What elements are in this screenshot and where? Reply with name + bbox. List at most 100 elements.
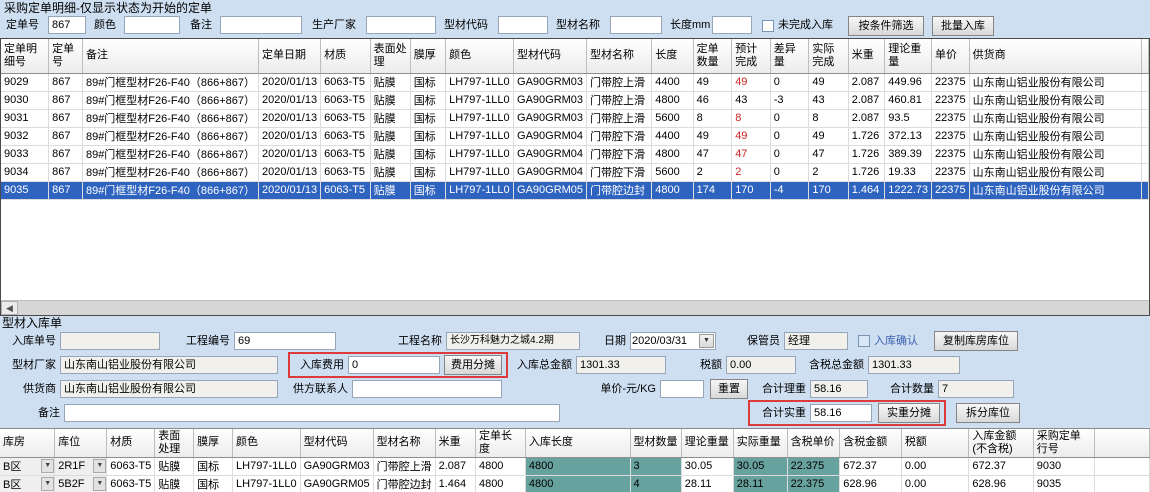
dropdown-arrow-icon[interactable]: ▼ — [93, 459, 106, 473]
cell: 9030 — [1, 91, 49, 109]
keeper-field[interactable]: 经理 — [784, 332, 848, 350]
column-header[interactable]: 定单长度 — [475, 429, 525, 457]
tax-total-label: 含税总金额 — [802, 356, 864, 374]
table-row[interactable]: 902986789#门框型材F26-F40（866+867）2020/01/13… — [1, 73, 1149, 91]
total-amount-field[interactable]: 1301.33 — [576, 356, 666, 374]
column-header[interactable]: 米重 — [435, 429, 475, 457]
actual-weight-share-button[interactable]: 实重分摊 — [878, 403, 940, 423]
factory-field[interactable]: 山东南山铝业股份有限公司 — [60, 356, 278, 374]
remark-field[interactable] — [64, 404, 560, 422]
fee-label: 入库费用 — [292, 356, 344, 374]
table-row[interactable]: 903286789#门框型材F26-F40（866+867）2020/01/13… — [1, 127, 1149, 145]
column-header[interactable]: 定单号 — [49, 39, 83, 73]
table-row[interactable]: 903586789#门框型材F26-F40（866+867）2020/01/13… — [1, 181, 1149, 199]
column-header[interactable]: 材质 — [107, 429, 155, 457]
fee-field[interactable]: 0 — [348, 356, 440, 374]
copy-location-button[interactable]: 复制库房库位 — [934, 331, 1018, 351]
color-input[interactable] — [124, 16, 180, 34]
column-header[interactable]: 型材数量 — [630, 429, 681, 457]
calendar-dropdown-icon[interactable]: ▼ — [699, 334, 714, 348]
column-header[interactable] — [1095, 429, 1150, 457]
column-header[interactable]: 材质 — [321, 39, 371, 73]
project-name-field[interactable]: 长沙万科魅力之城4.2期 — [446, 332, 580, 350]
column-header[interactable]: 米重 — [848, 39, 884, 73]
length-input[interactable] — [712, 16, 752, 34]
column-header[interactable]: 库房 — [0, 429, 55, 457]
inbound-confirm-checkbox[interactable] — [858, 335, 870, 347]
cell: 9030 — [1033, 457, 1095, 475]
column-header[interactable]: 型材名称 — [587, 39, 652, 73]
supplier-field[interactable]: 山东南山铝业股份有限公司 — [60, 380, 278, 398]
column-header[interactable]: 表面处理 — [155, 429, 194, 457]
column-header[interactable]: 定单数量 — [693, 39, 732, 73]
column-header[interactable]: 定单日期 — [259, 39, 321, 73]
tax-field[interactable]: 0.00 — [726, 356, 796, 374]
dropdown-arrow-icon[interactable]: ▼ — [41, 477, 54, 491]
column-header[interactable]: 含税金额 — [840, 429, 902, 457]
remark-label: 备注 — [190, 16, 212, 34]
column-header[interactable]: 膜厚 — [410, 39, 445, 73]
cell — [1141, 145, 1148, 163]
remark-input[interactable] — [220, 16, 302, 34]
column-header[interactable]: 型材名称 — [373, 429, 435, 457]
total-qty-label: 合计数量 — [882, 380, 934, 398]
inbound-no-field[interactable] — [60, 332, 160, 350]
column-header[interactable]: 单价 — [931, 39, 969, 73]
date-field[interactable]: 2020/03/31▼ — [630, 332, 716, 350]
split-location-button[interactable]: 拆分库位 — [956, 403, 1020, 423]
column-header[interactable]: 实际完成 — [809, 39, 848, 73]
column-header[interactable]: 税额 — [901, 429, 969, 457]
order-no-label: 定单号 — [6, 16, 39, 34]
column-header[interactable]: 供货商 — [969, 39, 1141, 73]
table-row[interactable]: 903486789#门框型材F26-F40（866+867）2020/01/13… — [1, 163, 1149, 181]
cell: 贴膜 — [370, 73, 410, 91]
batch-inbound-button[interactable]: 批量入库 — [932, 16, 994, 36]
column-header[interactable]: 预计完成 — [732, 39, 771, 73]
profile-name-input[interactable] — [610, 16, 662, 34]
column-header[interactable] — [1141, 39, 1148, 73]
horizontal-scrollbar[interactable]: ◀ — [1, 300, 1149, 315]
manufacturer-input[interactable] — [366, 16, 436, 34]
column-header[interactable]: 差异量 — [770, 39, 809, 73]
tax-total-field[interactable]: 1301.33 — [868, 356, 960, 374]
column-header[interactable]: 入库长度 — [525, 429, 630, 457]
filter-by-condition-button[interactable]: 按条件筛选 — [848, 16, 924, 36]
order-no-input[interactable]: 867 — [48, 16, 86, 34]
column-header[interactable]: 实际重量 — [733, 429, 787, 457]
column-header[interactable]: 颜色 — [233, 429, 301, 457]
project-no-field[interactable]: 69 — [234, 332, 336, 350]
table-row[interactable]: B区▼5B2F▼6063-T5贴膜国标LH797-1LL0GA90GRM05门带… — [0, 475, 1150, 492]
table-row[interactable]: 903186789#门框型材F26-F40（866+867）2020/01/13… — [1, 109, 1149, 127]
column-header[interactable]: 理论重量 — [681, 429, 733, 457]
dropdown-arrow-icon[interactable]: ▼ — [41, 459, 54, 473]
column-header[interactable]: 含税单价 — [787, 429, 840, 457]
column-header[interactable]: 表面处理 — [370, 39, 410, 73]
table-row[interactable]: 903086789#门框型材F26-F40（866+867）2020/01/13… — [1, 91, 1149, 109]
unit-price-field[interactable] — [660, 380, 704, 398]
column-header[interactable]: 型材代码 — [514, 39, 587, 73]
table-row[interactable]: 903386789#门框型材F26-F40（866+867）2020/01/13… — [1, 145, 1149, 163]
supplier-contact-field[interactable] — [352, 380, 502, 398]
column-header[interactable]: 长度 — [652, 39, 693, 73]
fee-share-button[interactable]: 费用分摊 — [444, 355, 502, 375]
theory-weight-field[interactable]: 58.16 — [810, 380, 868, 398]
profile-code-input[interactable] — [498, 16, 548, 34]
column-header[interactable]: 入库金额(不含税) — [969, 429, 1033, 457]
cell: 国标 — [410, 145, 445, 163]
actual-weight-field[interactable]: 58.16 — [810, 404, 872, 422]
table-row[interactable]: B区▼2R1F▼6063-T5贴膜国标LH797-1LL0GA90GRM03门带… — [0, 457, 1150, 475]
scroll-left-arrow-icon[interactable]: ◀ — [1, 301, 18, 315]
column-header[interactable]: 理论重量 — [885, 39, 932, 73]
dropdown-arrow-icon[interactable]: ▼ — [93, 477, 106, 491]
column-header[interactable]: 型材代码 — [300, 429, 373, 457]
reset-button[interactable]: 重置 — [710, 379, 748, 399]
column-header[interactable]: 颜色 — [446, 39, 514, 73]
total-qty-field[interactable]: 7 — [938, 380, 1014, 398]
column-header[interactable]: 库位 — [55, 429, 107, 457]
column-header[interactable]: 膜厚 — [194, 429, 233, 457]
unfinished-checkbox[interactable] — [762, 20, 774, 32]
column-header[interactable]: 定单明细号 — [1, 39, 49, 73]
supplier-contact-label: 供方联系人 — [286, 380, 348, 398]
column-header[interactable]: 采购定单行号 — [1033, 429, 1095, 457]
column-header[interactable]: 备注 — [82, 39, 258, 73]
